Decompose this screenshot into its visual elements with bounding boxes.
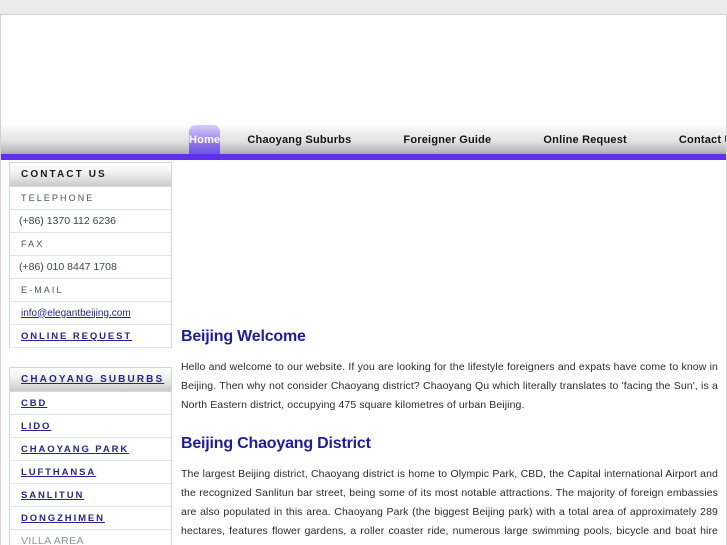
online-request-row[interactable]: ONLINE REQUEST [10,325,171,348]
nav-item-label: Online Request [543,133,627,146]
chaoyang-suburbs-panel-header[interactable]: CHAOYANG SUBURBS [10,368,171,392]
contact-us-panel-header: CONTACT US [10,163,171,187]
district-heading: Beijing Chaoyang District [181,435,371,452]
header-banner [1,15,726,125]
telephone-value-row: (+86) 1370 112 6236 [10,210,171,233]
nav-item-foreigner-guide[interactable]: Foreigner Guide [390,125,504,154]
main-content: Beijing Welcome Hello and welcome to our… [181,154,726,545]
fax-label: FAX [21,239,45,249]
nav-item-label: Contact Us [678,133,726,146]
chaoyang-suburbs-panel: CHAOYANG SUBURBS CBD LIDO CHAOYANG PARK … [9,367,172,545]
email-link[interactable]: info@elegantbeijing.com [21,308,131,319]
suburb-link[interactable]: CBD [21,398,47,409]
sidebar: CONTACT US TELEPHONE (+86) 1370 112 6236… [1,154,181,545]
suburb-label: VILLA AREA [21,535,84,545]
fax-value: (+86) 010 8447 1708 [19,261,117,273]
nav-item-label: Chaoyang Suburbs [247,133,352,146]
telephone-value: (+86) 1370 112 6236 [19,215,117,227]
content-columns: CONTACT US TELEPHONE (+86) 1370 112 6236… [1,154,726,545]
suburb-link[interactable]: LUFTHANSA [21,467,96,478]
suburb-item-chaoyang-park[interactable]: CHAOYANG PARK [10,438,171,461]
nav-item-label: Home [189,133,221,146]
fax-label-row: FAX [10,233,171,256]
welcome-paragraph: Hello and welcome to our website. If you… [181,361,718,411]
telephone-label: TELEPHONE [21,193,95,203]
panel-header-label: CONTACT US [21,169,107,180]
page-frame: Home Chaoyang Suburbs Foreigner Guide On… [0,15,727,545]
main-navigation: Home Chaoyang Suburbs Foreigner Guide On… [1,125,726,160]
suburb-item-lufthansa[interactable]: LUFTHANSA [10,461,171,484]
suburb-link[interactable]: SANLITUN [21,490,84,501]
suburb-link[interactable]: CHAOYANG PARK [21,444,129,455]
nav-list: Home Chaoyang Suburbs Foreigner Guide On… [1,125,726,154]
suburb-link[interactable]: LIDO [21,421,51,432]
nav-item-online-request[interactable]: Online Request [530,125,639,154]
district-paragraph: The largest Beijing district, Chaoyang d… [181,468,718,545]
nav-item-label: Foreigner Guide [403,133,492,146]
nav-item-chaoyang-suburbs[interactable]: Chaoyang Suburbs [234,125,364,154]
suburb-item-sanlitun[interactable]: SANLITUN [10,484,171,507]
nav-item-contact-us[interactable]: Contact Us [666,125,726,154]
email-label: E-MAIL [21,285,64,295]
browser-top-strip [0,0,727,15]
email-label-row: E-MAIL [10,279,171,302]
online-request-link[interactable]: ONLINE REQUEST [21,331,132,342]
suburb-item-lido[interactable]: LIDO [10,415,171,438]
email-value-row[interactable]: info@elegantbeijing.com [10,302,171,325]
suburb-item-villa-area: VILLA AREA [10,530,171,545]
suburb-link[interactable]: DONGZHIMEN [21,513,105,524]
suburb-item-cbd[interactable]: CBD [10,392,171,415]
chaoyang-suburbs-header-link[interactable]: CHAOYANG SUBURBS [21,374,164,385]
content-top-spacer [181,166,718,328]
contact-us-panel: CONTACT US TELEPHONE (+86) 1370 112 6236… [9,162,172,348]
suburb-item-dongzhimen[interactable]: DONGZHIMEN [10,507,171,530]
telephone-label-row: TELEPHONE [10,187,171,210]
nav-accent-bar [1,154,726,160]
welcome-heading: Beijing Welcome [181,328,306,345]
nav-item-home[interactable]: Home [189,125,221,154]
fax-value-row: (+86) 010 8447 1708 [10,256,171,279]
